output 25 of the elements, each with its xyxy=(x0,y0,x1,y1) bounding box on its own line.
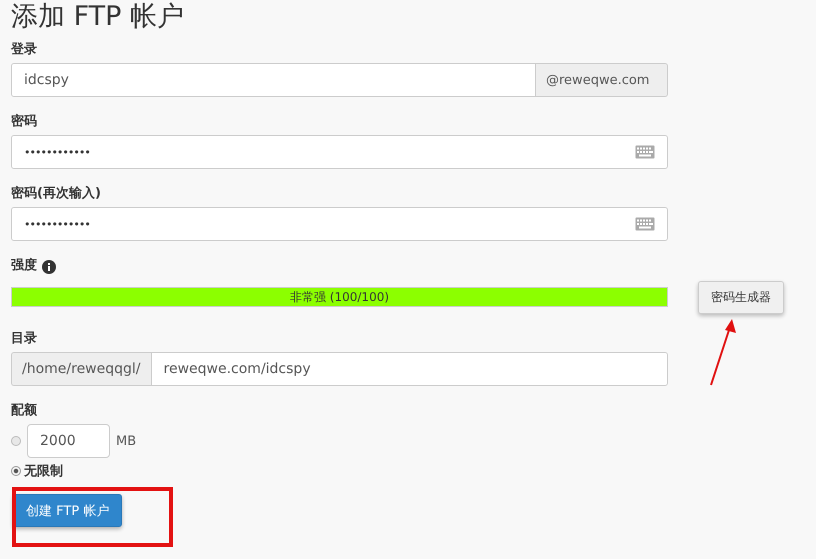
create-account-button[interactable]: 创建 FTP 帐户 xyxy=(13,494,122,527)
keyboard-icon[interactable] xyxy=(635,217,655,231)
radio-button[interactable] xyxy=(11,436,21,446)
radio-label: 无限制 xyxy=(24,463,63,480)
username-field[interactable]: idcspy xyxy=(11,63,536,97)
domain-addon: @reweqwe.com xyxy=(536,63,668,97)
page-title: 添加 FTP 帐户 xyxy=(11,0,185,34)
password-field[interactable]: •••••••••••• xyxy=(11,207,668,241)
field-label: 密码(再次输入) xyxy=(11,185,102,203)
password-generator-button[interactable]: 密码生成器 xyxy=(698,281,784,314)
unit-label: MB xyxy=(116,434,136,448)
field-label: 登录 xyxy=(11,41,38,59)
field-label: 密码 xyxy=(11,113,38,131)
radio-button[interactable] xyxy=(11,466,21,476)
field-label: 目录 xyxy=(11,330,38,348)
field-label: 强度 xyxy=(11,257,37,275)
field-label: 配额 xyxy=(11,402,38,420)
password-field[interactable]: •••••••••••• xyxy=(11,135,668,169)
home-path-addon: /home/reweqqgl/ xyxy=(11,352,151,386)
quota-field[interactable]: 2000 xyxy=(27,424,110,458)
directory-field[interactable]: reweqwe.com/idcspy xyxy=(150,352,668,386)
strength-reading: 非常强 (100/100) xyxy=(288,288,390,306)
info-icon[interactable] xyxy=(42,260,56,274)
keyboard-icon[interactable] xyxy=(635,145,655,159)
annotation-arrow xyxy=(710,319,736,386)
